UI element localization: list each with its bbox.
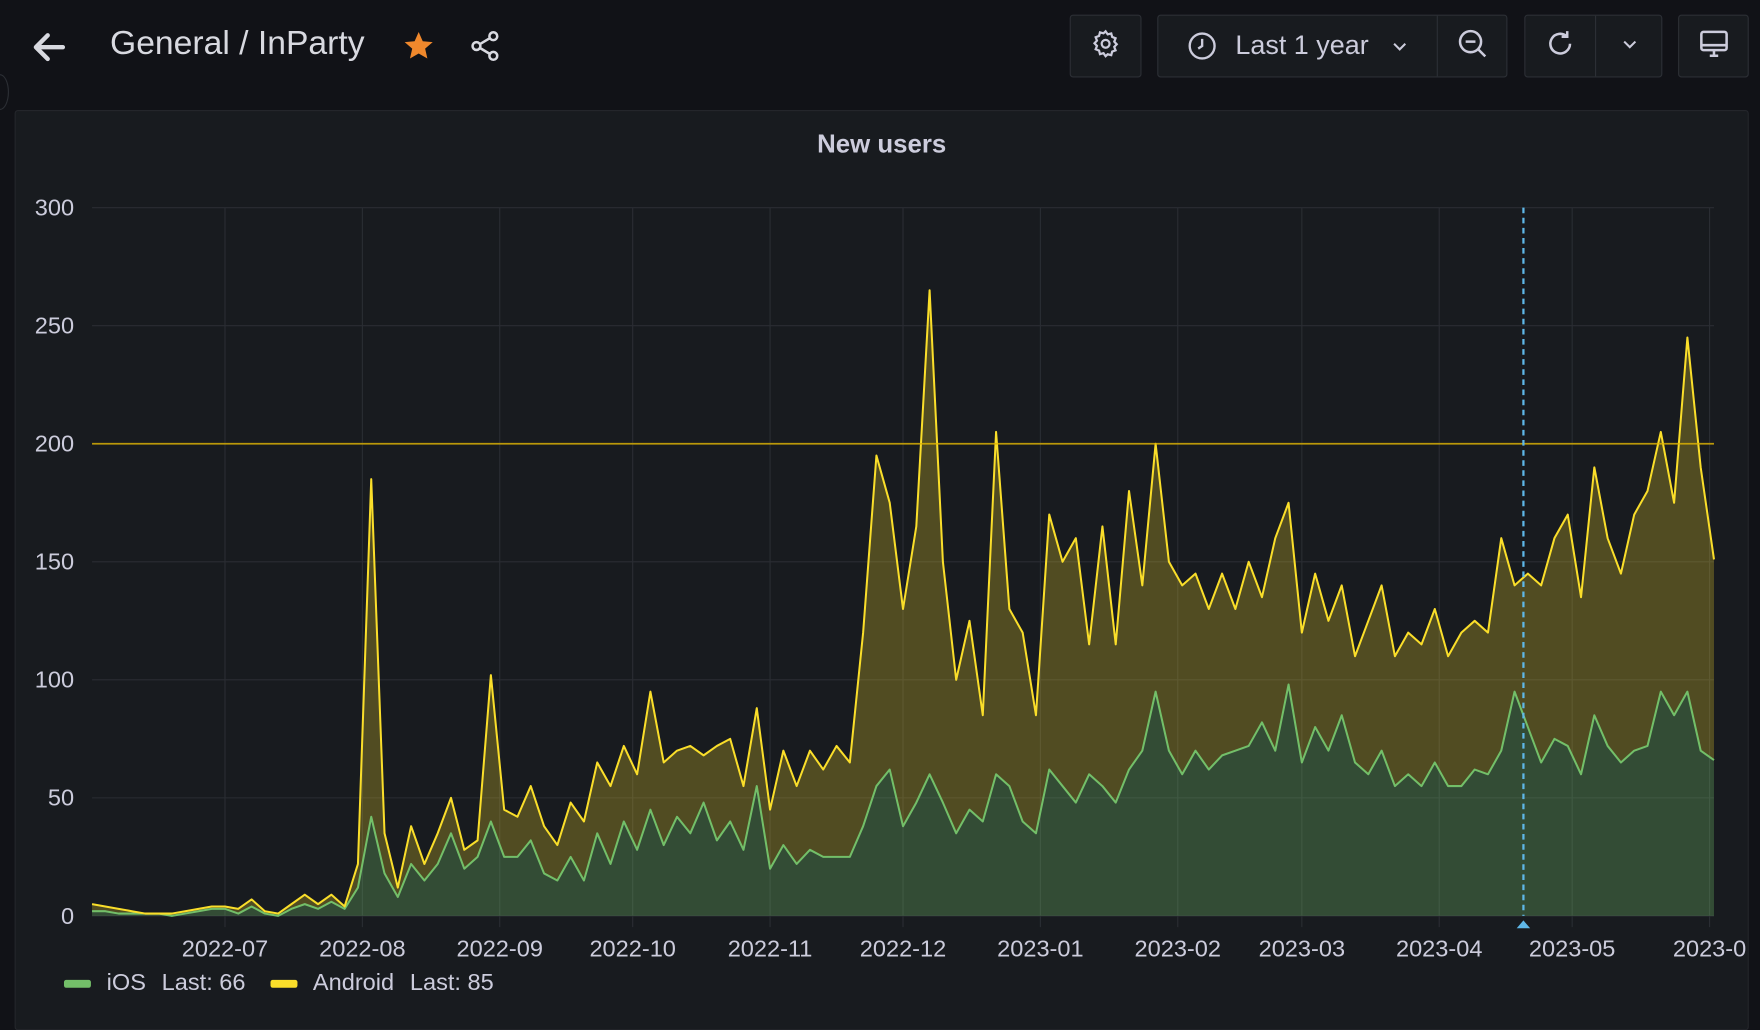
x-tick-label: 2022-10	[589, 935, 675, 961]
x-tick-label: 2023-02	[1135, 935, 1221, 961]
y-tick-label: 100	[35, 667, 74, 693]
annotation-marker	[1516, 920, 1531, 929]
legend-android-stat: Last: 85	[409, 969, 494, 996]
x-tick-label: 2023-0	[1673, 935, 1746, 961]
x-tick-label: 2022-09	[456, 935, 542, 961]
x-tick-label: 2023-03	[1259, 935, 1345, 961]
x-tick-label: 2022-11	[728, 935, 813, 961]
x-tick-label: 2022-12	[860, 935, 946, 961]
y-tick-label: 150	[35, 549, 74, 575]
x-tick-label: 2023-01	[997, 935, 1083, 961]
legend-android-name[interactable]: Android	[313, 970, 394, 997]
dashboard: General / InParty Last 1 year New users …	[0, 0, 1760, 1030]
legend-ios-stat: Last: 66	[161, 969, 246, 996]
x-tick-label: 2022-08	[319, 935, 405, 961]
y-tick-label: 50	[48, 785, 74, 811]
y-tick-label: 200	[35, 431, 74, 457]
x-tick-label: 2022-07	[182, 935, 268, 961]
y-tick-label: 250	[35, 313, 74, 339]
x-tick-label: 2023-04	[1396, 935, 1482, 961]
x-tick-label: 2023-05	[1529, 935, 1615, 961]
legend-swatch-ios	[63, 979, 91, 988]
chart[interactable]: 0 50 100 150 200 250 300 2022-07 2022-08 2022-09 2…	[0, 0, 1760, 1020]
y-tick-label: 0	[61, 903, 74, 929]
y-tick-label: 300	[35, 195, 74, 221]
legend: iOS Last: 66 Android Last: 85	[63, 969, 494, 997]
legend-ios-name[interactable]: iOS	[107, 970, 146, 997]
legend-swatch-android	[270, 979, 298, 988]
